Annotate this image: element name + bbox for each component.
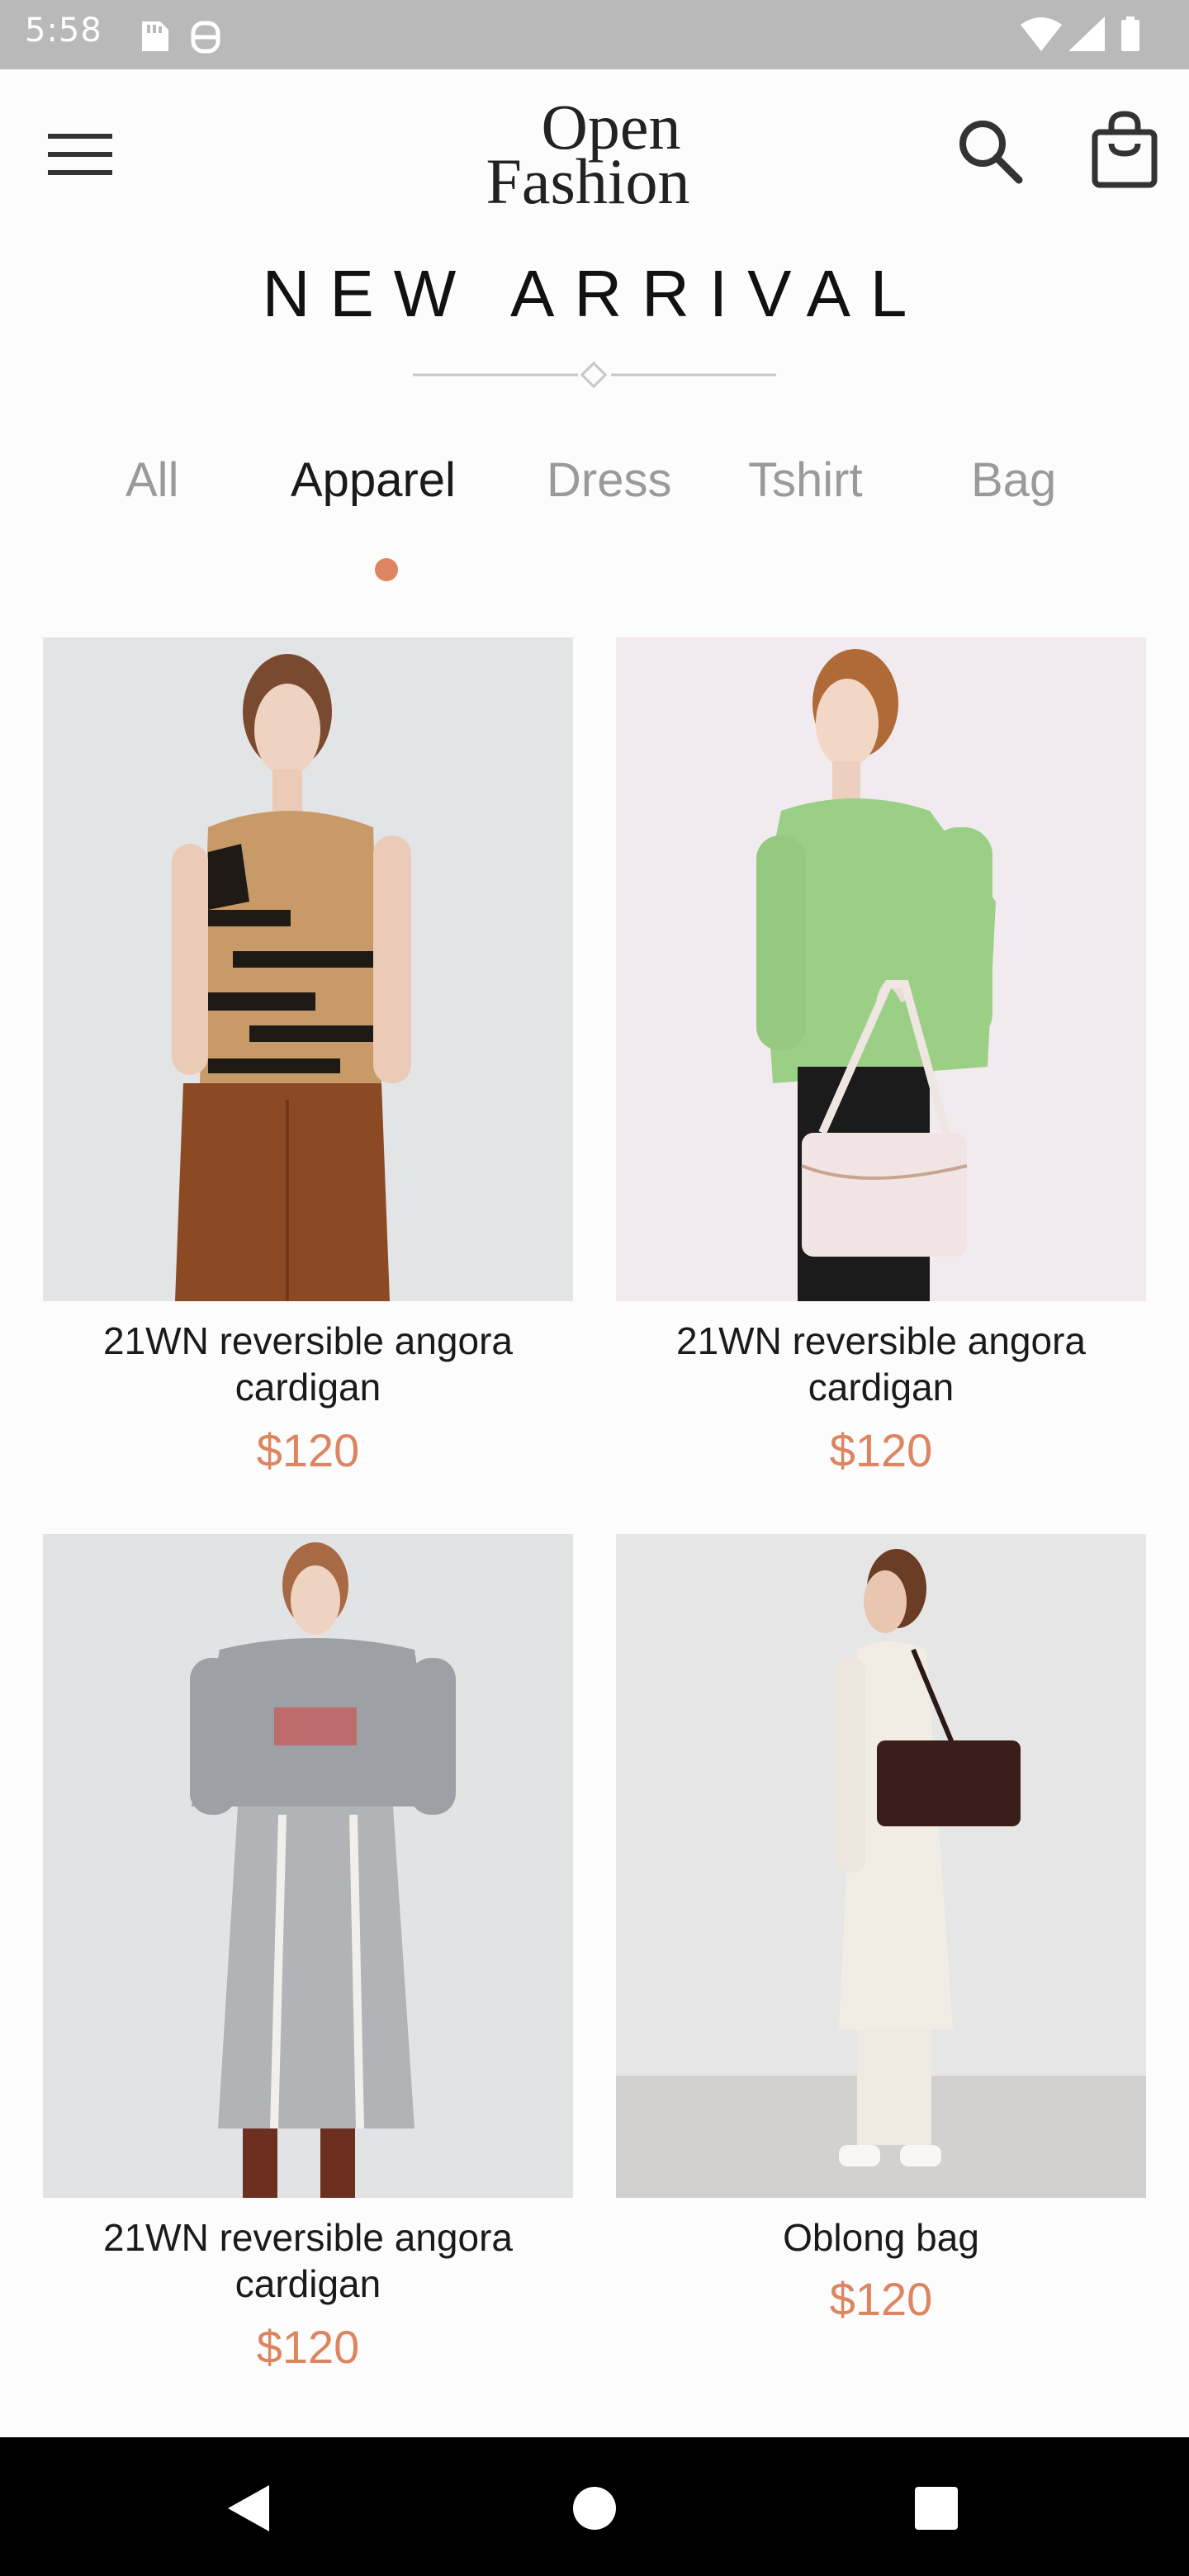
brand-logo[interactable]: Open Fashion (446, 88, 743, 217)
app-header: Open Fashion (0, 69, 1189, 234)
system-nav-bar (0, 2437, 1189, 2576)
menu-button[interactable] (46, 129, 116, 182)
section-title: NEW ARRIVAL (262, 257, 927, 330)
product-name: 21WN reversible angora cardigan (102, 2216, 513, 2305)
search-icon (959, 121, 1023, 184)
product-name: Oblong bag (783, 2216, 979, 2259)
category-tabs: All Apparel Dress Tshirt Bag (0, 452, 1189, 519)
tab-tshirt[interactable]: Tshirt (748, 452, 863, 508)
home-button[interactable] (553, 2467, 636, 2550)
back-icon (228, 2485, 269, 2531)
home-icon (573, 2487, 616, 2530)
product-price: $120 (829, 1424, 933, 1476)
recents-icon (915, 2487, 958, 2530)
cart-button[interactable] (1088, 111, 1163, 190)
menu-icon (48, 134, 112, 175)
active-tab-indicator (375, 558, 398, 581)
shopping-bag-icon (1092, 111, 1158, 188)
status-right-icons (1019, 15, 1159, 58)
product-price: $120 (256, 1424, 360, 1476)
product-image[interactable] (43, 637, 573, 1301)
product-image[interactable] (616, 637, 1146, 1301)
android-debug-icon (191, 21, 220, 54)
search-button[interactable] (953, 114, 1027, 188)
product-name: 21WN reversible angora cardigan (102, 1319, 513, 1409)
battery-icon (1121, 20, 1139, 51)
status-time: 5:58 (25, 12, 102, 50)
tab-bag[interactable]: Bag (971, 452, 1056, 508)
tab-all[interactable]: All (126, 452, 178, 508)
product-image[interactable] (43, 1534, 573, 2198)
signal-icon (1068, 17, 1105, 51)
product-price: $120 (829, 2273, 933, 2325)
product-image[interactable] (616, 1534, 1146, 2198)
tab-apparel[interactable]: Apparel (291, 452, 456, 508)
logo-line-2: Fashion (486, 145, 689, 211)
wifi-icon (1021, 17, 1062, 51)
back-button[interactable] (206, 2467, 289, 2550)
product-price: $120 (256, 2321, 360, 2373)
status-bar: 5:58 (0, 0, 1189, 69)
product-name: 21WN reversible angora cardigan (675, 1319, 1086, 1409)
sd-card-icon (142, 21, 168, 51)
title-divider (413, 361, 776, 389)
tab-dress[interactable]: Dress (547, 452, 671, 508)
status-left-icons (139, 17, 230, 58)
recents-button[interactable] (895, 2467, 978, 2550)
